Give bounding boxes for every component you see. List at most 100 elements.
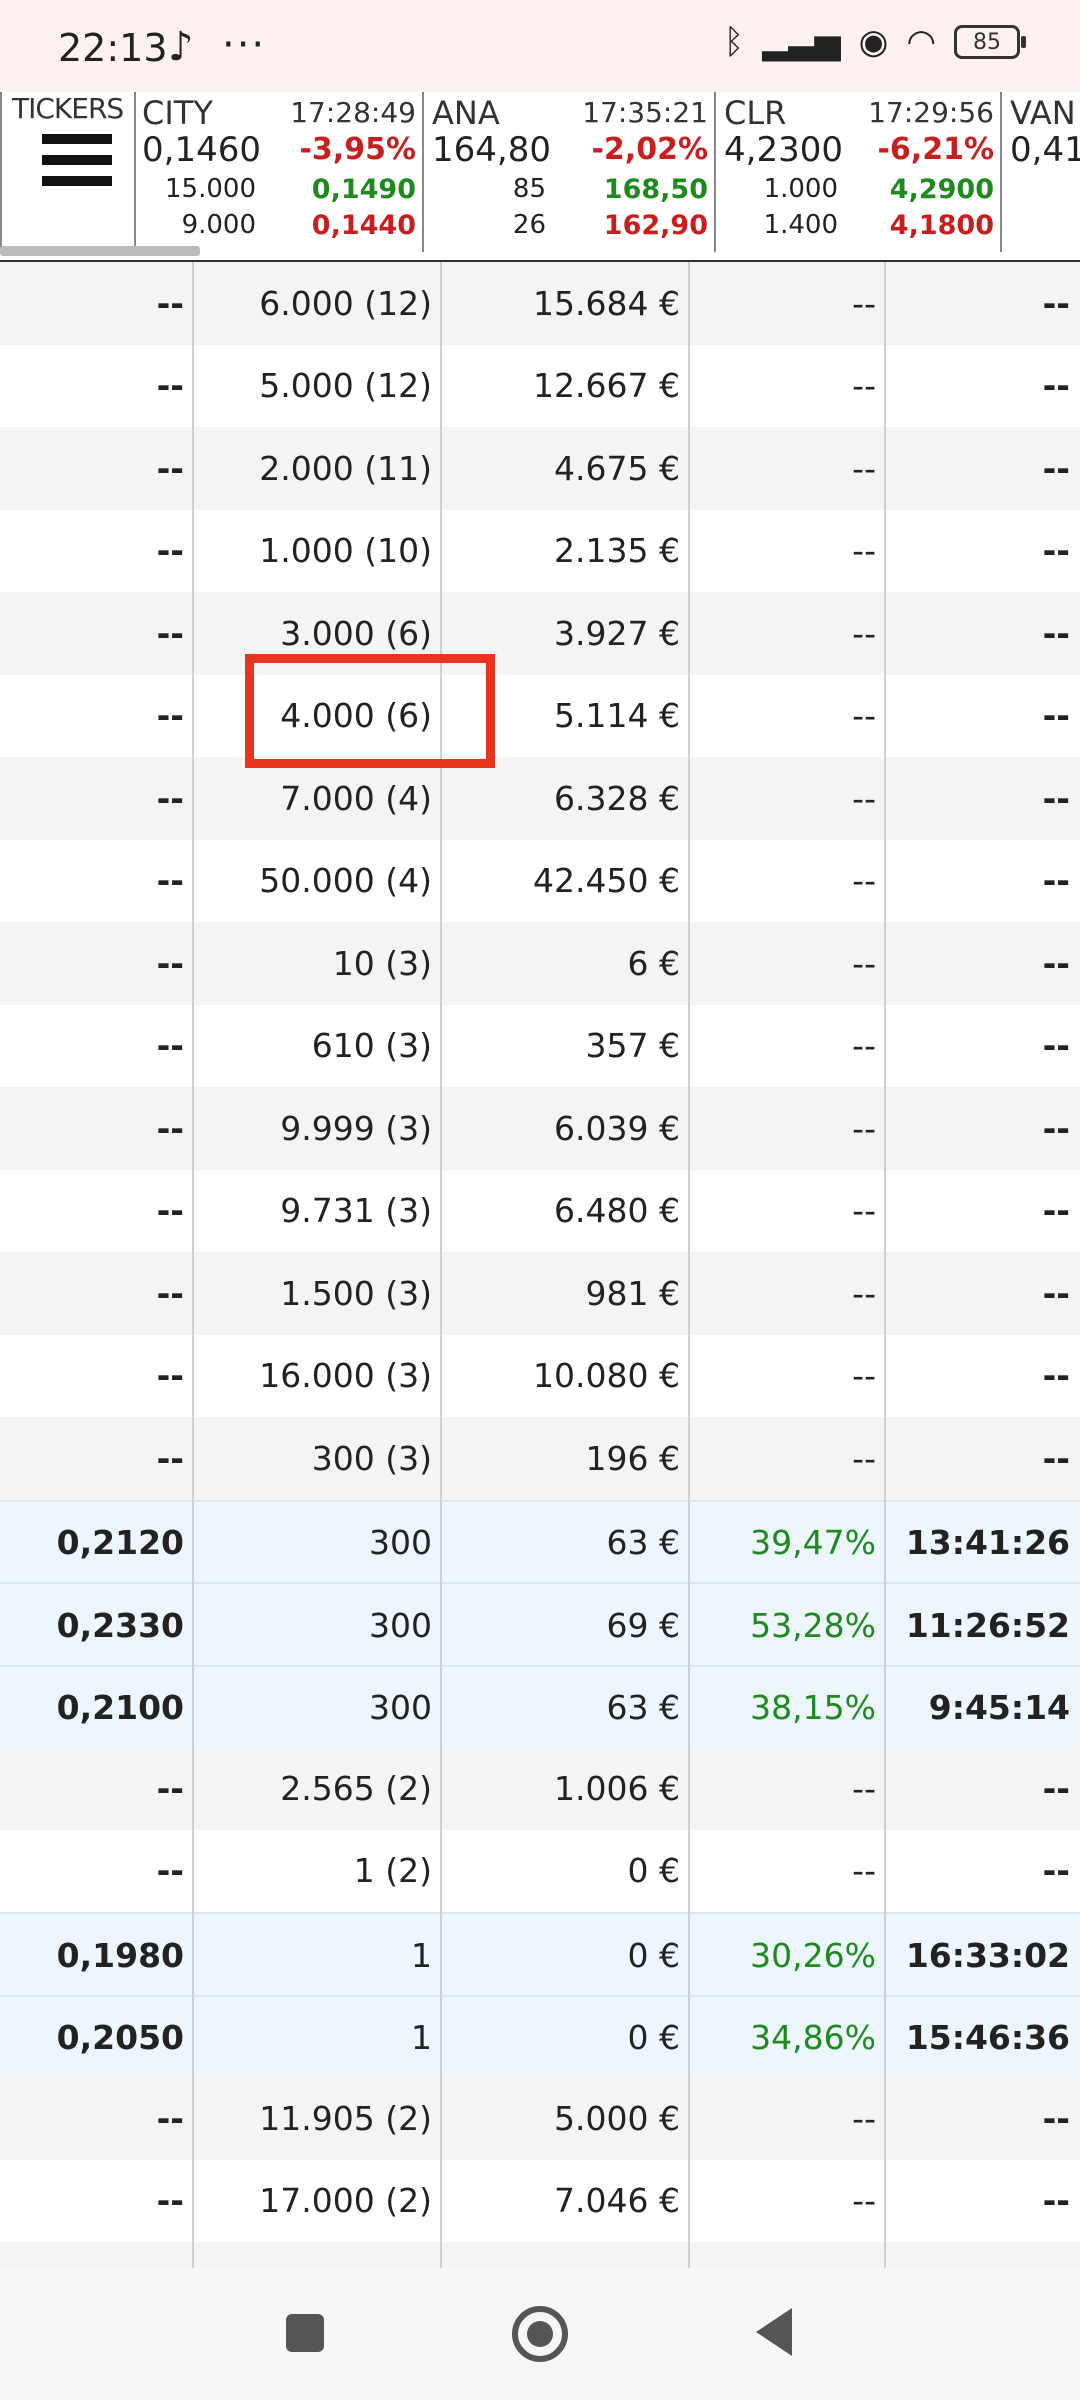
cell-c4: 39,47%	[750, 1523, 876, 1563]
ticker-price: 4,2300	[724, 130, 843, 170]
cell-c3: 357 €	[585, 1026, 680, 1066]
cell-c4: 34,86%	[750, 2018, 876, 2058]
table-row[interactable]: -- 610 (3) 357 € -- --	[0, 1004, 1080, 1087]
cell-c4: 30,26%	[750, 1935, 876, 1975]
back-icon[interactable]	[756, 2308, 792, 2356]
cell-c4: --	[852, 283, 876, 323]
status-bar: 22:13 ♪ ··· ᛒ ▂▃▅ ◉ ◠ 85	[0, 0, 1080, 92]
table-row[interactable]: -- 1.500 (3) 981 € -- --	[0, 1252, 1080, 1335]
cell-c3: 6.328 €	[554, 778, 680, 818]
cell-c2: 5.000 (12)	[259, 366, 432, 406]
table-row[interactable]: -- 5.000 (12) 12.667 € -- --	[0, 344, 1080, 427]
wifi-icon: ◠	[906, 22, 936, 62]
ticker-scrollbar[interactable]	[0, 246, 200, 256]
trades-table[interactable]: -- 6.000 (12) 15.684 € -- -- -- 5.000 (12) 12.6…	[0, 262, 1080, 2268]
table-row[interactable]: -- 11.905 (2) 5.000 € -- --	[0, 2077, 1080, 2160]
table-row[interactable]: -- 50.000 (4) 42.450 € -- --	[0, 839, 1080, 922]
ticker-city[interactable]: CITY 17:28:49 0,1460 -3,95% 15.000 0,1490 9.00…	[134, 92, 424, 252]
ticker-ana[interactable]: ANA 17:35:21 164,80 -2,02% 85 168,50 26 162,90	[424, 92, 716, 252]
cell-c1: --	[156, 943, 184, 983]
cell-c3: 0 €	[627, 1935, 680, 1975]
table-row[interactable]: -- 1 (2) 0 € -- --	[0, 1829, 1080, 1912]
table-row[interactable]: -- 300 (3) 196 € -- --	[0, 1417, 1080, 1500]
table-row[interactable]: 0,2120 300 63 € 39,47% 13:41:26	[0, 1499, 1080, 1584]
cell-c5: --	[1042, 283, 1070, 323]
ticker-time: 17:29:56	[868, 96, 994, 129]
cell-c1: 0,1980	[56, 1935, 184, 1975]
column-divider	[440, 262, 442, 2268]
cell-c3: 1.006 €	[554, 1768, 680, 1808]
cell-c1: --	[156, 696, 184, 736]
cell-c4: --	[852, 1851, 876, 1891]
ticker-bar[interactable]: TICKERS CITY 17:28:49 0,1460 -3,95% 15.000 0,…	[0, 92, 1080, 263]
cell-c2: 2.565 (2)	[280, 1768, 432, 1808]
cell-c5: --	[1042, 1851, 1070, 1891]
table-row[interactable]: -- 2.800 (2) 1.184 € -- --	[0, 2242, 1080, 2268]
table-row[interactable]: -- 2.000 (11) 4.675 € -- --	[0, 427, 1080, 510]
tickers-menu[interactable]: TICKERS	[0, 92, 136, 252]
cell-c1: --	[156, 448, 184, 488]
cell-c3: 3.927 €	[554, 613, 680, 653]
ticker-change: -2,02%	[591, 132, 708, 167]
cell-c5: --	[1042, 1108, 1070, 1148]
table-row[interactable]: -- 10 (3) 6 € -- --	[0, 922, 1080, 1005]
cell-c5: 15:46:36	[905, 2018, 1070, 2058]
cell-c3: 6 €	[627, 943, 680, 983]
table-row[interactable]: -- 9.999 (3) 6.039 € -- --	[0, 1087, 1080, 1170]
cell-c5: --	[1042, 778, 1070, 818]
ticker-change: -6,21%	[877, 132, 994, 167]
cell-c4: --	[852, 1273, 876, 1313]
ticker-change: -3,95%	[299, 132, 416, 167]
cell-c3: 6.039 €	[554, 1108, 680, 1148]
cell-c4: --	[852, 1768, 876, 1808]
cell-c2: 1.500 (3)	[280, 1273, 432, 1313]
ticker-clr[interactable]: CLR 17:29:56 4,2300 -6,21% 1.000 4,2900 1.400 4…	[716, 92, 1002, 252]
cell-c4: --	[852, 613, 876, 653]
cell-c1: --	[156, 1191, 184, 1231]
table-row[interactable]: -- 7.000 (4) 6.328 € -- --	[0, 757, 1080, 840]
cell-c3: 12.667 €	[533, 366, 680, 406]
table-row[interactable]: -- 17.000 (2) 7.046 € -- --	[0, 2159, 1080, 2242]
table-row[interactable]: 0,2330 300 69 € 53,28% 11:26:52	[0, 1582, 1080, 1667]
home-icon[interactable]	[512, 2306, 568, 2362]
cell-c5: --	[1042, 861, 1070, 901]
cell-c3: 15.684 €	[533, 283, 680, 323]
table-row[interactable]: -- 1.000 (10) 2.135 € -- --	[0, 509, 1080, 592]
cell-c1: --	[156, 1768, 184, 1808]
ticker-name: ANA	[432, 94, 500, 132]
navigation-bar	[0, 2268, 1080, 2400]
cell-c3: 5.000 €	[554, 2098, 680, 2138]
cell-c4: --	[852, 1438, 876, 1478]
bluetooth-icon: ᛒ	[723, 22, 745, 62]
cell-c1: --	[156, 1851, 184, 1891]
cell-c5: --	[1042, 366, 1070, 406]
cell-c2: 10 (3)	[332, 943, 432, 983]
tickers-label: TICKERS	[12, 92, 124, 125]
cell-c1: 0,2330	[56, 1605, 184, 1645]
table-row[interactable]: 0,2050 1 0 € 34,86% 15:46:36	[0, 1994, 1080, 2079]
ticker-van[interactable]: VAN0,41 3. 19.	[1002, 92, 1080, 252]
table-row[interactable]: -- 16.000 (3) 10.080 € -- --	[0, 1334, 1080, 1417]
cell-c5: --	[1042, 2098, 1070, 2138]
cell-c4: --	[852, 366, 876, 406]
cell-c2: 16.000 (3)	[259, 1356, 432, 1396]
table-row[interactable]: 0,1980 1 0 € 30,26% 16:33:02	[0, 1912, 1080, 1997]
table-row[interactable]: -- 9.731 (3) 6.480 € -- --	[0, 1169, 1080, 1252]
table-row[interactable]: -- 6.000 (12) 15.684 € -- --	[0, 262, 1080, 345]
menu-icon[interactable]	[42, 134, 112, 197]
table-row[interactable]: 0,2100 300 63 € 38,15% 9:45:14	[0, 1664, 1080, 1749]
cell-c1: --	[156, 1026, 184, 1066]
cell-c2: 9.731 (3)	[280, 1191, 432, 1231]
cell-c5: --	[1042, 1438, 1070, 1478]
table-row[interactable]: -- 4.000 (6) 5.114 € -- --	[0, 674, 1080, 757]
table-row[interactable]: -- 3.000 (6) 3.927 € -- --	[0, 592, 1080, 675]
table-row[interactable]: -- 2.565 (2) 1.006 € -- --	[0, 1747, 1080, 1830]
ticker-price: 0,41	[1010, 130, 1080, 170]
recents-icon[interactable]	[286, 2314, 324, 2352]
cell-c2: 300	[369, 1605, 432, 1645]
cell-c3: 10.080 €	[533, 1356, 680, 1396]
cell-c2: 1 (2)	[353, 1851, 432, 1891]
cell-c5: --	[1042, 1026, 1070, 1066]
cell-c1: --	[156, 613, 184, 653]
cell-c1: --	[156, 1108, 184, 1148]
